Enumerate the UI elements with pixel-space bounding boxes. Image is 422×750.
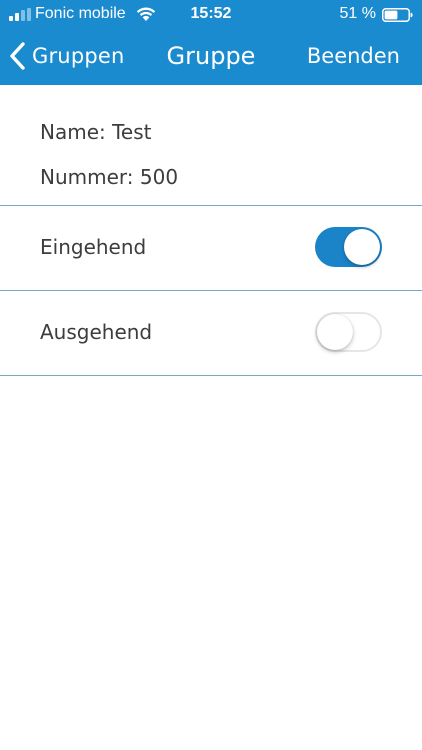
app-screen: Fonic mobile 15:52 51 % Gruppen Gruppe B… xyxy=(0,0,422,750)
outgoing-row: Ausgehend xyxy=(0,291,422,376)
group-info-section: Name: Test Nummer: 500 xyxy=(0,85,422,206)
toggle-knob xyxy=(344,229,380,265)
battery-percent: 51 % xyxy=(339,5,376,22)
outgoing-label: Ausgehend xyxy=(40,320,153,344)
nav-bar: Gruppen Gruppe Beenden xyxy=(0,28,422,85)
done-button[interactable]: Beenden xyxy=(307,38,400,74)
group-name: Name: Test xyxy=(40,120,152,144)
incoming-toggle[interactable] xyxy=(315,227,382,267)
group-number: Nummer: 500 xyxy=(40,165,179,189)
incoming-label: Eingehend xyxy=(40,235,147,259)
battery-icon xyxy=(382,8,413,22)
outgoing-toggle[interactable] xyxy=(315,312,382,352)
status-bar: Fonic mobile 15:52 51 % xyxy=(0,0,422,28)
header: Fonic mobile 15:52 51 % Gruppen Gruppe B… xyxy=(0,0,422,85)
toggle-knob xyxy=(317,314,353,350)
incoming-row: Eingehend xyxy=(0,206,422,291)
